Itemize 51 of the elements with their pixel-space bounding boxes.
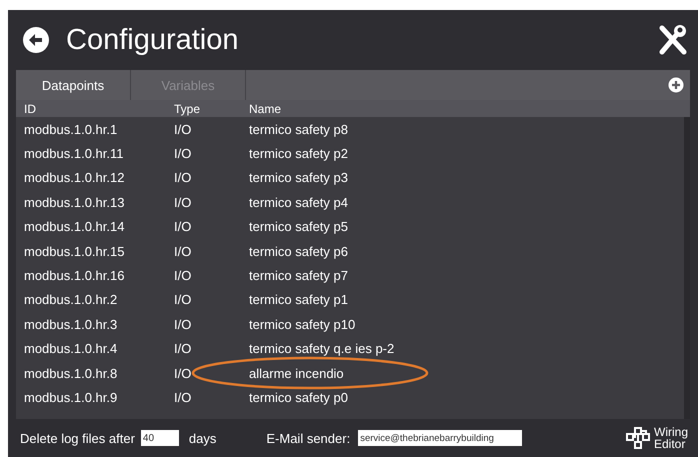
table-cell-text: termico safety p10 [249,316,356,332]
table-cell-text: termico safety p2 [249,146,349,162]
table-cell-text: termico safety p4 [249,194,349,210]
table-cell-text: termico safety q.e ies p-2 [249,341,396,356]
table-cell-text: I/O [174,390,192,405]
table-cell-text: modbus.1.0.hr.2 [24,292,118,308]
table-cell-text: I/O [174,194,192,210]
add-icon[interactable] [668,77,684,93]
table-cell-text: allarme incendio [249,366,345,381]
email-field[interactable]: service@thebrianebarrybuilding [358,430,522,446]
days-field[interactable]: 40 [140,430,179,446]
table-cell-text: termico safety p6 [249,244,349,259]
table-cell-text: I/O [174,170,192,186]
field-label: Delete log files after [20,430,135,446]
table-cell-text: I/O [174,244,192,259]
column-header[interactable]: ID [24,102,174,116]
table-cell-text: modbus.1.0.hr.13 [24,194,126,210]
table-cell-text: modbus.1.0.hr.14 [24,219,126,234]
table-cell-text: modbus.1.0.hr.3 [24,316,118,332]
table-cell-text: termico safety p1 [249,292,349,308]
back-icon[interactable] [22,26,50,54]
table-cell-text: I/O [174,219,192,234]
table-cell-text: modbus.1.0.hr.8 [24,366,118,381]
table-cell-text: modbus.1.0.hr.15 [24,244,126,259]
table-cell-text: modbus.1.0.hr.4 [24,341,118,356]
column-header[interactable]: Type [174,102,249,116]
table-cell-text: I/O [174,292,192,308]
diagram-icon [626,426,650,450]
table-cell-text: modbus.1.0.hr.11 [24,146,124,162]
table-cell-text: termico safety p8 [249,122,349,137]
column-header[interactable]: Name [249,102,690,116]
table-cell-text: I/O [174,146,192,162]
field-label: days [188,430,216,446]
table-cell-text: termico safety p0 [249,390,349,405]
scrollbar[interactable] [684,117,690,419]
table-cell-text: I/O [174,122,192,137]
table-cell-text: modbus.1.0.hr.12 [24,170,126,186]
table-cell-text: termico safety p3 [249,170,349,186]
table-cell-text: termico safety p5 [249,219,349,234]
wiring-editor-button[interactable]: Wiring Editor [626,426,690,450]
page-title: Configuration [66,24,240,56]
table-cell-text: modbus.1.0.hr.16 [24,268,126,284]
table-cell-text: I/O [174,341,192,356]
table-cell-text: I/O [174,316,192,332]
table-cell-text: modbus.1.0.hr.9 [24,390,118,405]
table-cell-text: I/O [174,268,192,284]
tools-icon[interactable] [658,24,688,56]
table-cell-text: I/O [174,366,192,381]
table-cell-text: termico safety p7 [249,268,349,284]
table-cell-text: modbus.1.0.hr.1 [24,122,118,137]
field-label: E-Mail sender: [266,430,350,446]
